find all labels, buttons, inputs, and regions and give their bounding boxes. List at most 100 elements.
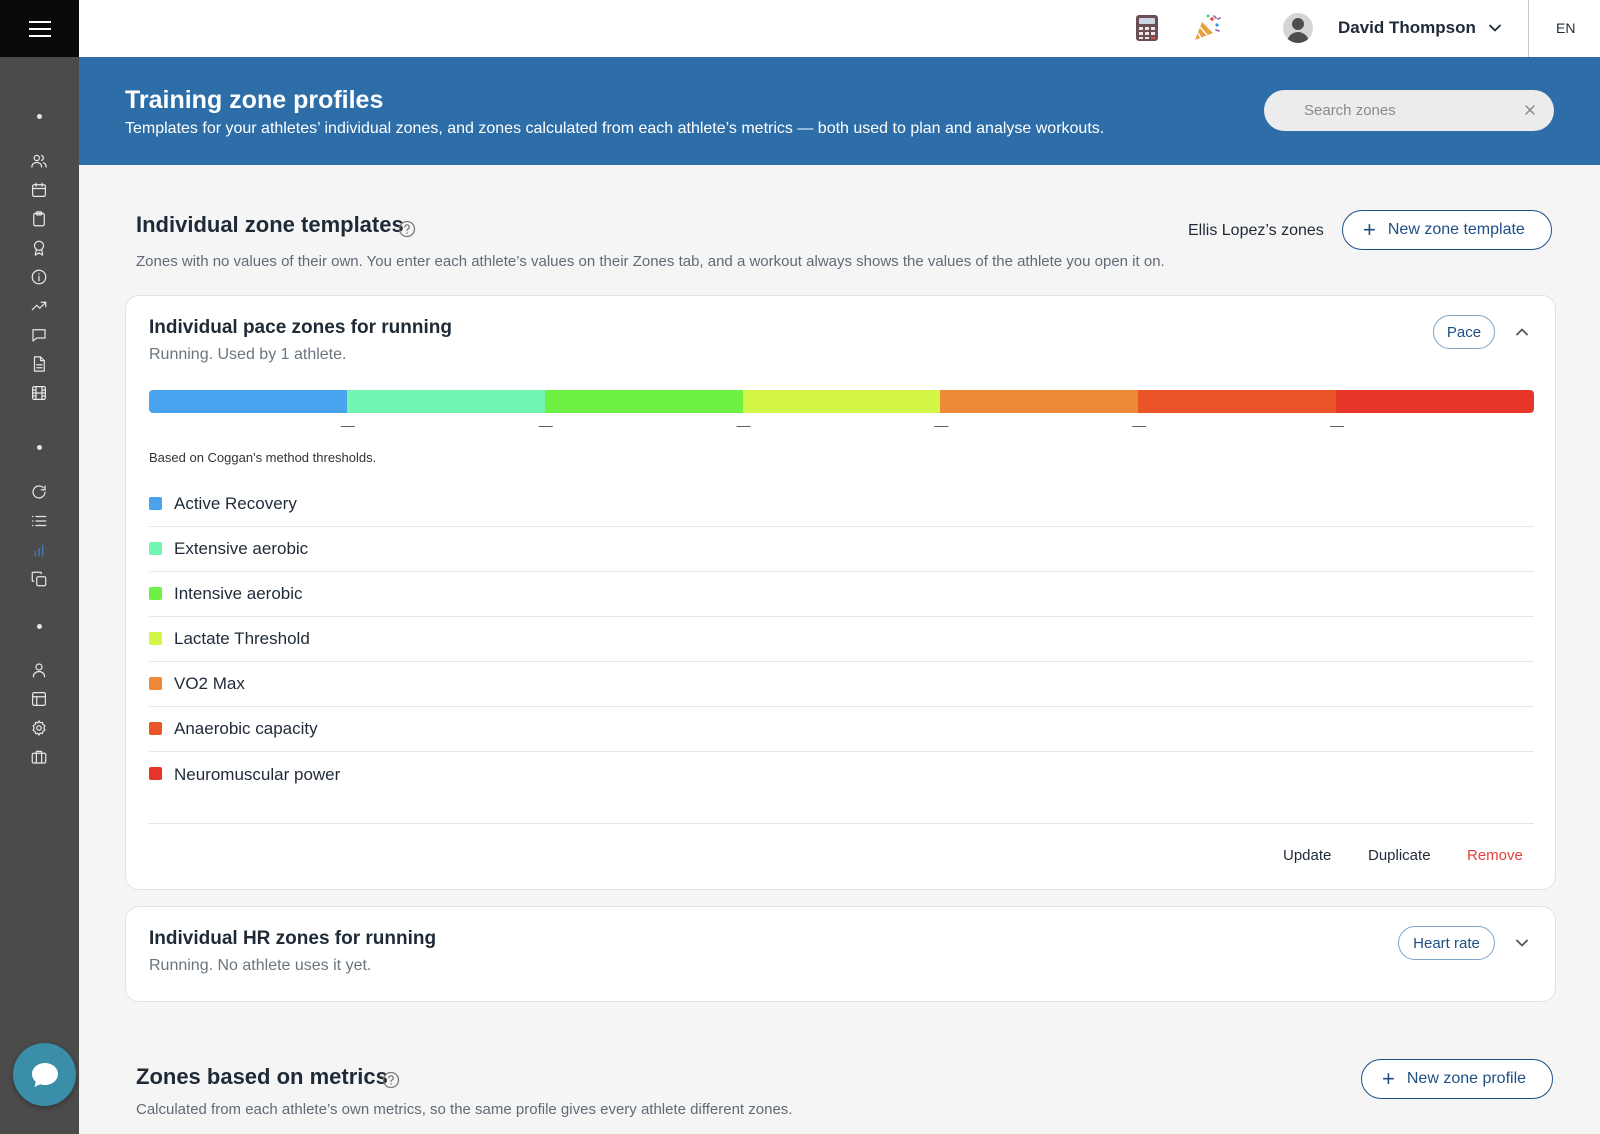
user-icon[interactable] [28,659,50,681]
card-title: Individual HR zones for running [149,928,437,949]
zone-swatch [149,586,162,600]
calendar-icon[interactable] [28,179,50,201]
card-title: Individual pace zones for running [149,317,452,338]
page-subtitle: Templates for your athletes’ individual … [125,120,1105,137]
copy-icon[interactable] [28,568,50,590]
method-note: Based on Coggan's method thresholds. [149,450,377,465]
close-icon[interactable] [1520,100,1540,120]
refresh-icon[interactable] [28,481,50,503]
zone-segment [742,390,941,413]
new-zone-template-label: New zone template [1387,221,1525,238]
zone-boundary-value: — [934,417,949,433]
top-bar: David Thompson EN [79,0,1600,57]
briefcase-icon[interactable] [28,746,50,768]
list-item: Lactate Threshold [149,617,1534,662]
zone-segment [1138,390,1337,413]
zone-segment [940,390,1139,413]
plus-icon: + [1363,217,1376,242]
list-item: Intensive aerobic [149,572,1534,617]
party-popper-icon[interactable] [1192,13,1222,43]
zone-list: Active Recovery Extensive aerobic Intensiv… [149,482,1534,797]
layout-icon[interactable] [28,688,50,710]
zone-boundary-value: — [340,417,355,433]
zone-name: Lactate Threshold [174,629,310,648]
section-title-individual-templates: Individual zone templates [136,212,404,237]
zone-boundary-value: — [736,417,751,433]
athlete-zones-link[interactable]: Ellis Lopez’s zones [1188,222,1324,240]
zone-name: Intensive aerobic [174,584,303,603]
chat-icon [31,1062,58,1087]
film-icon[interactable] [28,382,50,404]
section-title-metrics: Zones based on metrics [136,1064,388,1089]
nav-group-dot [37,624,42,629]
zone-name: Active Recovery [174,494,297,513]
section-description: Calculated from each athlete’s own metri… [136,1101,793,1118]
zone-boundary-value: — [538,417,553,433]
zone-swatch [149,767,162,780]
zone-boundary-value: — [1132,417,1147,433]
new-zone-template-button[interactable]: + New zone template [1342,210,1552,250]
menu-toggle-button[interactable] [0,0,79,57]
hamburger-icon [28,20,51,37]
list-icon[interactable] [28,510,50,532]
bar-chart-icon[interactable] [28,539,50,561]
zone-card-pace: Individual pace zones for running Runnin… [125,295,1556,890]
list-item: Extensive aerobic [149,527,1534,572]
sidebar [0,0,79,1134]
page-header: Training zone profiles Templates for you… [79,57,1600,165]
zone-swatch [149,676,162,690]
help-icon[interactable] [382,1071,400,1089]
zone-name: VO2 Max [174,674,245,693]
new-zone-profile-label: New zone profile [1406,1070,1527,1087]
zone-swatch [149,496,162,510]
zone-swatch [149,541,162,555]
users-icon[interactable] [28,150,50,172]
settings-icon[interactable] [28,717,50,739]
zone-name: Extensive aerobic [174,539,309,558]
page-title: Training zone profiles [125,86,384,114]
zone-segment [544,390,743,413]
award-icon[interactable] [28,237,50,259]
avatar[interactable] [1283,13,1313,43]
card-subtitle: Running. No athlete uses it yet. [149,957,372,974]
search-input[interactable] [1264,90,1554,131]
card-subtitle: Running. Used by 1 athlete. [149,346,347,363]
zone-name: Anaerobic capacity [174,719,318,738]
list-item: Active Recovery [149,482,1534,527]
chevron-up-icon[interactable] [1513,323,1531,341]
zone-segment [346,390,545,413]
list-item: VO2 Max [149,662,1534,707]
trending-up-icon[interactable] [28,295,50,317]
remove-button[interactable]: Remove [1467,847,1523,864]
chat-button[interactable] [13,1043,76,1106]
list-item: Neuromuscular power [149,752,1534,797]
zone-type-badge: Heart rate [1398,926,1495,960]
update-button[interactable]: Update [1283,847,1331,864]
section-description: Zones with no values of their own. You e… [136,253,1165,270]
zone-swatch [149,631,162,645]
help-icon[interactable] [398,220,416,238]
zone-name: Neuromuscular power [174,764,341,784]
zone-boundary-value: — [1330,417,1345,433]
info-icon[interactable] [28,266,50,288]
chevron-down-icon[interactable] [1513,934,1531,952]
nav-group-dot [37,114,42,119]
file-text-icon[interactable] [28,353,50,375]
new-zone-profile-button[interactable]: + New zone profile [1361,1059,1554,1099]
zone-swatch [149,721,162,735]
plus-icon: + [1382,1066,1395,1091]
user-name[interactable]: David Thompson [1338,18,1476,38]
zone-color-bar [149,390,1534,413]
language-selector[interactable]: EN [1556,20,1575,36]
message-icon[interactable] [28,324,50,346]
chevron-down-icon[interactable] [1487,20,1503,36]
divider [1528,0,1529,57]
zone-segment [1336,390,1534,413]
nav-group-dot [37,445,42,450]
divider [149,823,1534,824]
calculator-icon[interactable] [1132,13,1162,43]
clipboard-icon[interactable] [28,208,50,230]
duplicate-button[interactable]: Duplicate [1368,847,1431,864]
list-item: Anaerobic capacity [149,707,1534,752]
zone-segment [149,390,347,413]
